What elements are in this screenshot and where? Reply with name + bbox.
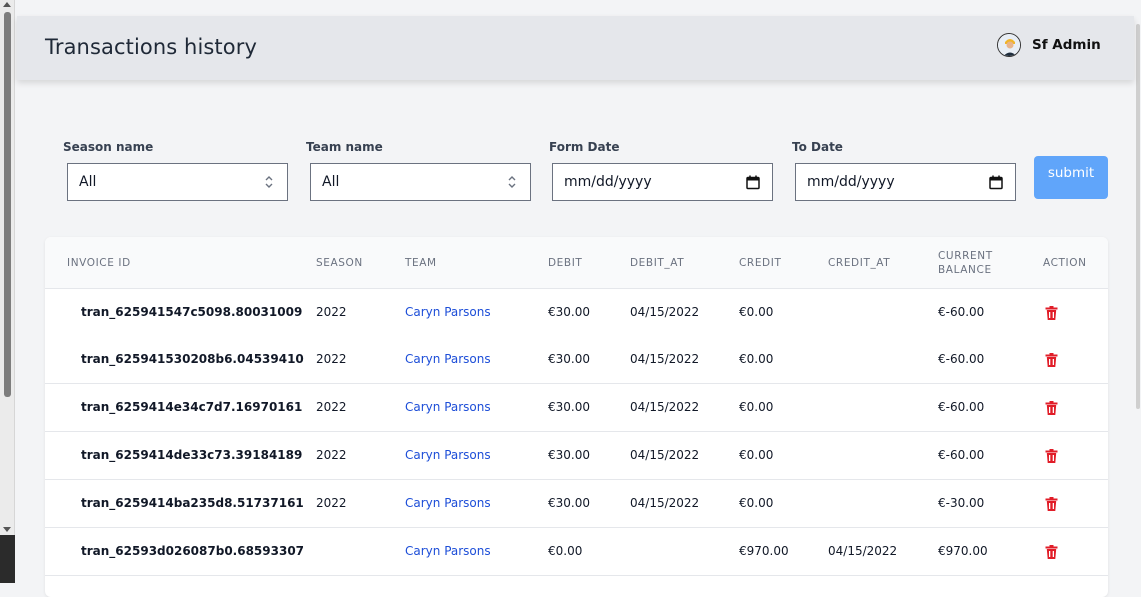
page-scrollbar-left[interactable] [0, 0, 15, 535]
cell-credit: €970.00 [739, 544, 789, 558]
scrollbar-thumb[interactable] [4, 12, 11, 397]
table-row: tran_625941530208b6.04539410 2022 Caryn … [45, 336, 1108, 384]
from-date-input[interactable]: mm/dd/yyyy [552, 163, 773, 201]
header-debit-at: DEBIT_AT [630, 257, 685, 269]
chevron-up-down-icon [264, 173, 274, 191]
cell-credit: €0.00 [739, 352, 774, 366]
avatar[interactable] [997, 33, 1021, 57]
to-date-filter: To Date mm/dd/yyyy [792, 140, 1016, 201]
to-date-input[interactable]: mm/dd/yyyy [795, 163, 1016, 201]
cell-season: 2022 [316, 305, 347, 319]
cell-team-link[interactable]: Caryn Parsons [405, 352, 491, 366]
cell-credit-at: 04/15/2022 [828, 544, 898, 558]
trash-icon[interactable] [1045, 496, 1058, 511]
header-debit: DEBIT [548, 257, 583, 269]
header-invoice-id: INVOICE ID [67, 257, 131, 269]
header-action: ACTION [1043, 257, 1087, 269]
cell-season: 2022 [316, 496, 347, 510]
cell-debit: €0.00 [548, 544, 583, 558]
header-credit: CREDIT [739, 257, 782, 269]
cell-invoice-id: tran_625941530208b6.04539410 [81, 352, 304, 366]
cell-balance: €-60.00 [938, 400, 985, 414]
page-title: Transactions history [45, 35, 257, 59]
to-date-placeholder: mm/dd/yyyy [807, 174, 895, 190]
cell-team-link[interactable]: Caryn Parsons [405, 400, 491, 414]
header-current-balance-line2: BALANCE [938, 264, 992, 276]
team-select-value: All [322, 174, 340, 190]
user-menu[interactable]: Sf Admin [997, 33, 1101, 57]
season-label: Season name [63, 140, 154, 154]
season-select[interactable]: All [67, 163, 288, 201]
cell-balance: €970.00 [938, 544, 988, 558]
table-row: tran_6259414ba235d8.51737161 2022 Caryn … [45, 480, 1108, 528]
calendar-icon[interactable] [746, 175, 760, 190]
table-row: tran_6259414e34c7d7.16970161 2022 Caryn … [45, 384, 1108, 432]
cell-balance: €-60.00 [938, 305, 985, 319]
cell-balance: €-60.00 [938, 448, 985, 462]
cell-debit: €30.00 [548, 400, 590, 414]
user-name: Sf Admin [1032, 37, 1101, 53]
cell-debit-at: 04/15/2022 [630, 448, 700, 462]
cell-team-link[interactable]: Caryn Parsons [405, 496, 491, 510]
cell-debit: €30.00 [548, 448, 590, 462]
trash-icon[interactable] [1045, 305, 1058, 320]
cell-invoice-id: tran_6259414e34c7d7.16970161 [81, 400, 303, 414]
scroll-down-arrow-icon[interactable] [3, 527, 11, 532]
cell-invoice-id: tran_6259414ba235d8.51737161 [81, 496, 304, 510]
from-date-filter: Form Date mm/dd/yyyy [549, 140, 773, 201]
cell-credit: €0.00 [739, 448, 774, 462]
trash-icon[interactable] [1045, 544, 1058, 559]
table-row: tran_625941547c5098.80031009 2022 Caryn … [45, 289, 1108, 337]
table-header: INVOICE ID SEASON TEAM DEBIT DEBIT_AT CR… [45, 237, 1108, 289]
cell-season: 2022 [316, 400, 347, 414]
cell-debit-at: 04/15/2022 [630, 496, 700, 510]
cell-debit: €30.00 [548, 496, 590, 510]
cell-balance: €-30.00 [938, 496, 985, 510]
cell-invoice-id: tran_62593d026087b0.68593307 [81, 544, 305, 558]
cell-invoice-id: tran_6259414de33c73.39184189 [81, 448, 303, 462]
chevron-up-down-icon [507, 173, 517, 191]
team-select[interactable]: All [310, 163, 531, 201]
cell-season: 2022 [316, 352, 347, 366]
cell-season: 2022 [316, 448, 347, 462]
from-date-label: Form Date [549, 140, 620, 154]
header-team: TEAM [405, 257, 437, 269]
season-filter: Season name All [63, 140, 288, 201]
transactions-table: INVOICE ID SEASON TEAM DEBIT DEBIT_AT CR… [45, 237, 1108, 597]
cell-invoice-id: tran_625941547c5098.80031009 [81, 305, 303, 319]
cell-team-link[interactable]: Caryn Parsons [405, 544, 491, 558]
header-current-balance-line1: CURRENT [938, 250, 993, 262]
scroll-up-arrow-icon[interactable] [3, 2, 11, 7]
cell-credit: €0.00 [739, 496, 774, 510]
cell-debit-at: 04/15/2022 [630, 352, 700, 366]
cell-debit: €30.00 [548, 305, 590, 319]
cell-team-link[interactable]: Caryn Parsons [405, 305, 491, 319]
cell-team-link[interactable]: Caryn Parsons [405, 448, 491, 462]
table-row: tran_6259414de33c73.39184189 2022 Caryn … [45, 432, 1108, 480]
page-scrollbar-right[interactable] [1134, 0, 1141, 583]
top-bar: Transactions history Sf Admin [17, 16, 1134, 80]
team-label: Team name [306, 140, 383, 154]
cell-credit: €0.00 [739, 400, 774, 414]
header-credit-at: CREDIT_AT [828, 257, 891, 269]
header-season: SEASON [316, 257, 363, 269]
cell-balance: €-60.00 [938, 352, 985, 366]
table-row: tran_62593d026087b0.68593307 Caryn Parso… [45, 528, 1108, 576]
calendar-icon[interactable] [989, 175, 1003, 190]
cell-debit-at: 04/15/2022 [630, 305, 700, 319]
season-select-value: All [79, 174, 97, 190]
cell-debit: €30.00 [548, 352, 590, 366]
trash-icon[interactable] [1045, 400, 1058, 415]
cell-debit-at: 04/15/2022 [630, 400, 700, 414]
header-current-balance: CURRENT BALANCE [938, 249, 993, 277]
scrollbar-corner [0, 535, 15, 583]
team-filter: Team name All [306, 140, 531, 201]
to-date-label: To Date [792, 140, 843, 154]
submit-button[interactable]: submit [1034, 156, 1108, 199]
trash-icon[interactable] [1045, 352, 1058, 367]
scrollbar-thumb-right[interactable] [1136, 24, 1140, 409]
trash-icon[interactable] [1045, 448, 1058, 463]
cell-credit: €0.00 [739, 305, 774, 319]
from-date-placeholder: mm/dd/yyyy [564, 174, 652, 190]
